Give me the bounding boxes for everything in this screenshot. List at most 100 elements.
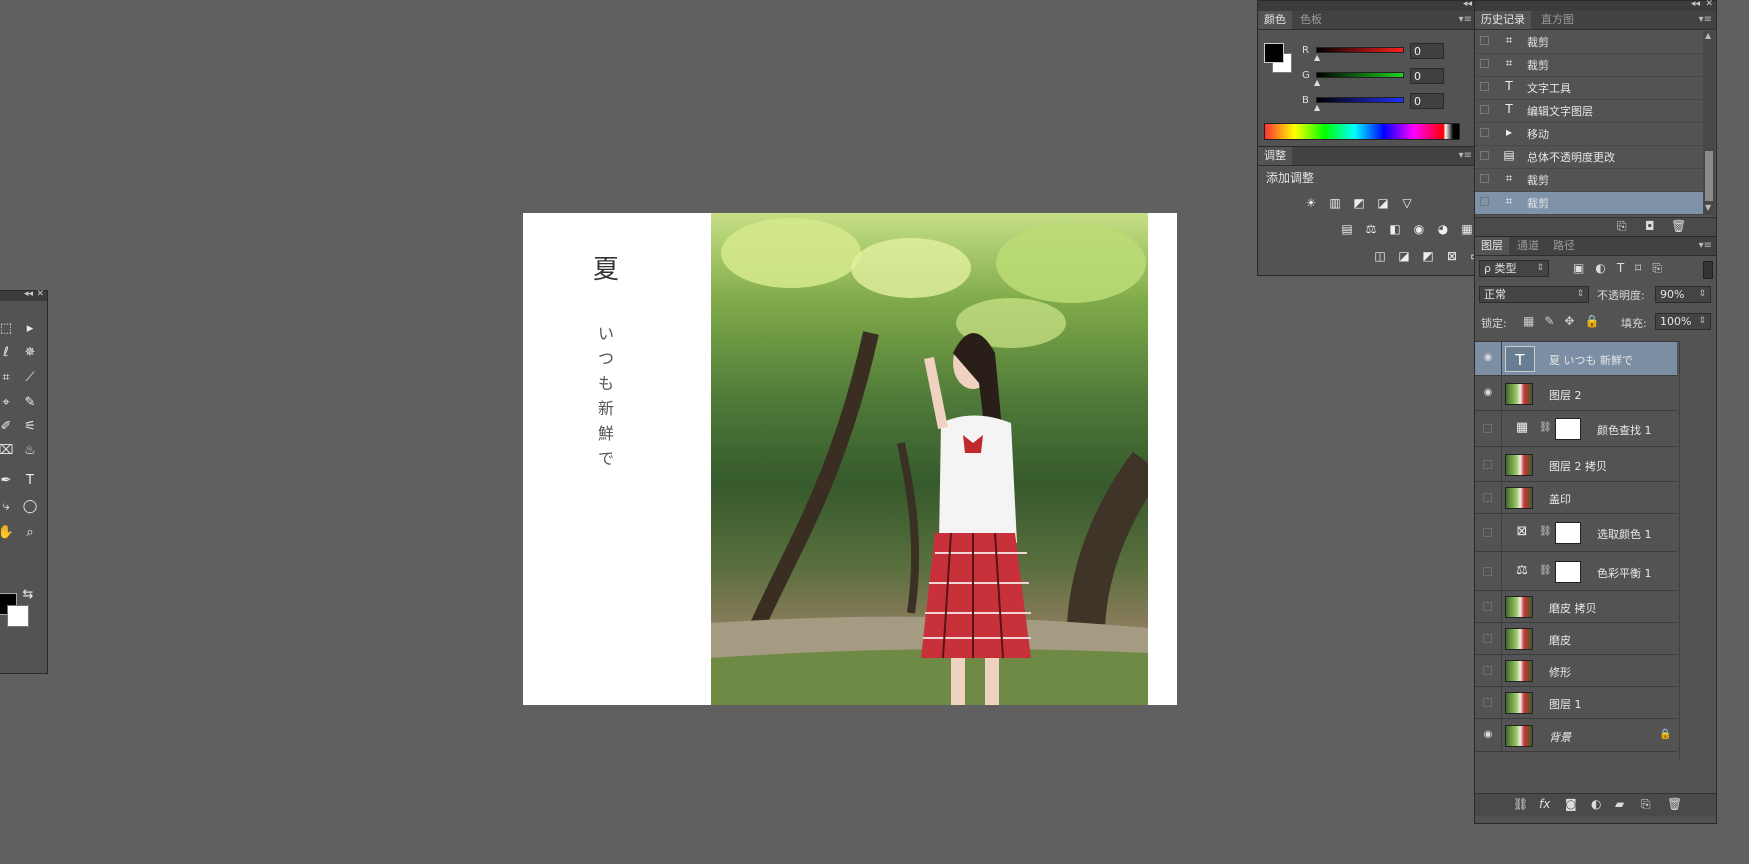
history-scrollbar[interactable]: ▲ ▼ bbox=[1703, 31, 1715, 215]
layer-name[interactable]: 颜色查找 1 bbox=[1597, 422, 1652, 438]
background-color-swatch[interactable] bbox=[7, 605, 29, 627]
path-select-tool-icon[interactable]: ⤷ bbox=[0, 497, 17, 517]
new-group-icon[interactable]: ▰ bbox=[1615, 797, 1624, 811]
scroll-down-icon[interactable]: ▼ bbox=[1705, 203, 1711, 212]
tab-color[interactable]: 颜色 bbox=[1258, 11, 1292, 29]
layer-name[interactable]: 背景 bbox=[1549, 729, 1571, 745]
document-canvas[interactable]: 夏 いつも新鮮で bbox=[523, 213, 1177, 705]
close-icon[interactable]: ✕ bbox=[1705, 0, 1713, 9]
hand-tool-icon[interactable]: ✋ bbox=[0, 523, 17, 543]
tools-panel-header[interactable]: ◂◂ ✕ bbox=[0, 289, 47, 301]
history-checkbox[interactable] bbox=[1480, 174, 1489, 183]
slider-handle-icon[interactable]: ▲ bbox=[1314, 53, 1320, 62]
adjustment-row1-icon[interactable]: ☀ bbox=[1302, 195, 1320, 211]
visibility-eye-icon[interactable]: ◉ bbox=[1482, 387, 1494, 398]
adjustment-row1-icon[interactable]: ◪ bbox=[1374, 195, 1392, 211]
tab-history[interactable]: 历史记录 bbox=[1475, 11, 1531, 29]
layer-row[interactable]: ▦ ⛓ 颜色查找 1 bbox=[1475, 411, 1677, 447]
layer-name[interactable]: 图层 1 bbox=[1549, 696, 1582, 712]
foreground-color-swatch[interactable] bbox=[1264, 43, 1284, 63]
adjustment-row2-icon[interactable]: ◕ bbox=[1434, 221, 1452, 237]
layer-name[interactable]: 夏 いつも 新鮮で bbox=[1549, 352, 1633, 368]
adjustment-row1-icon[interactable]: ◩ bbox=[1350, 195, 1368, 211]
tab-paths[interactable]: 路径 bbox=[1547, 237, 1581, 255]
adjustment-row3-icon[interactable]: ◫ bbox=[1371, 248, 1389, 264]
history-item[interactable]: ⌗ 裁剪 bbox=[1475, 192, 1703, 215]
filter-type-icon[interactable]: T bbox=[1617, 261, 1635, 275]
history-checkbox[interactable] bbox=[1480, 59, 1489, 68]
layer-name[interactable]: 色彩平衡 1 bbox=[1597, 565, 1652, 581]
scroll-thumb[interactable] bbox=[1705, 151, 1713, 201]
history-item[interactable]: ⌗ 裁剪 bbox=[1475, 31, 1703, 54]
adjustment-row3-icon[interactable]: ◪ bbox=[1395, 248, 1413, 264]
slider-handle-icon[interactable]: ▲ bbox=[1314, 103, 1320, 112]
history-checkbox[interactable] bbox=[1480, 105, 1489, 114]
channel-slider[interactable] bbox=[1316, 97, 1404, 103]
healing-tool-icon[interactable]: ⌖ bbox=[0, 393, 17, 413]
layer-mask-thumbnail[interactable] bbox=[1555, 418, 1581, 440]
layer-row[interactable]: 图层 2 拷贝 bbox=[1475, 447, 1677, 482]
history-item[interactable]: ▤ 总体不透明度更改 bbox=[1475, 146, 1703, 169]
fill-input[interactable]: 100% bbox=[1655, 313, 1711, 330]
layer-row[interactable]: 图层 1 bbox=[1475, 687, 1677, 719]
panel-menu-icon[interactable]: ▾≡ bbox=[1459, 147, 1472, 165]
layer-name[interactable]: 选取颜色 1 bbox=[1597, 526, 1652, 542]
tab-histogram[interactable]: 直方图 bbox=[1535, 11, 1580, 29]
eraser-tool-icon[interactable]: ⌧ bbox=[0, 441, 17, 461]
panel-menu-icon[interactable]: ▾≡ bbox=[1699, 237, 1712, 255]
tab-adjustments[interactable]: 调整 bbox=[1258, 147, 1292, 165]
add-mask-icon[interactable]: ◙ bbox=[1565, 797, 1577, 811]
type-tool-icon[interactable]: T bbox=[19, 471, 41, 491]
channel-slider[interactable] bbox=[1316, 72, 1404, 78]
layer-name[interactable]: 图层 2 bbox=[1549, 387, 1582, 403]
visibility-eye-icon[interactable]: ◉ bbox=[1482, 352, 1494, 363]
layers-scrollbar[interactable] bbox=[1679, 341, 1716, 759]
blend-mode-select[interactable]: 正常 bbox=[1479, 286, 1589, 303]
visibility-toggle[interactable] bbox=[1483, 602, 1492, 611]
lock-transparent-icon[interactable]: ▦ bbox=[1523, 314, 1544, 328]
history-item[interactable]: ⌗ 裁剪 bbox=[1475, 169, 1703, 192]
close-icon[interactable]: ✕ bbox=[36, 289, 44, 299]
layer-name[interactable]: 磨皮 bbox=[1549, 632, 1571, 648]
tab-layers[interactable]: 图层 bbox=[1475, 237, 1509, 255]
adjustment-row1-icon[interactable]: ▥ bbox=[1326, 195, 1344, 211]
history-item[interactable]: ▸ 移动 bbox=[1475, 123, 1703, 146]
lock-all-icon[interactable]: 🔒 bbox=[1584, 314, 1609, 328]
history-checkbox[interactable] bbox=[1480, 197, 1489, 206]
marquee-tool-icon[interactable]: ⬚ bbox=[0, 319, 17, 339]
layer-row[interactable]: ◉ 背景 🔒 bbox=[1475, 719, 1677, 752]
layer-style-icon[interactable]: fx bbox=[1539, 797, 1550, 811]
zoom-tool-icon[interactable]: ⌕ bbox=[19, 523, 41, 543]
slider-handle-icon[interactable]: ▲ bbox=[1314, 78, 1320, 87]
layer-row[interactable]: ◉ T 夏 いつも 新鮮で bbox=[1475, 342, 1677, 376]
new-adjustment-icon[interactable]: ◐ bbox=[1591, 797, 1601, 811]
visibility-toggle[interactable] bbox=[1483, 666, 1492, 675]
layer-name[interactable]: 修形 bbox=[1549, 664, 1571, 680]
layer-mask-thumbnail[interactable] bbox=[1555, 561, 1581, 583]
color-spectrum-bar[interactable] bbox=[1264, 123, 1460, 140]
mask-link-icon[interactable]: ⛓ bbox=[1539, 422, 1552, 433]
channel-slider[interactable] bbox=[1316, 47, 1404, 53]
visibility-toggle[interactable] bbox=[1483, 567, 1492, 576]
history-item[interactable]: T 编辑文字图层 bbox=[1475, 100, 1703, 123]
filter-toggle[interactable] bbox=[1703, 261, 1713, 279]
delete-layer-icon[interactable]: 🗑 bbox=[1667, 797, 1682, 811]
swap-colors-icon[interactable]: ⇆ bbox=[17, 585, 39, 605]
move-tool-icon[interactable]: ▸ bbox=[19, 319, 41, 339]
link-layers-icon[interactable]: ⛓ bbox=[1513, 797, 1528, 811]
history-checkbox[interactable] bbox=[1480, 151, 1489, 160]
layer-row[interactable]: 磨皮 bbox=[1475, 623, 1677, 655]
eyedropper-tool-icon[interactable]: ⟋ bbox=[19, 368, 41, 388]
mask-link-icon[interactable]: ⛓ bbox=[1539, 565, 1552, 576]
adjustment-row2-icon[interactable]: ◉ bbox=[1410, 221, 1428, 237]
scroll-up-icon[interactable]: ▲ bbox=[1705, 31, 1711, 40]
new-document-icon[interactable]: ⎘ bbox=[1617, 219, 1627, 234]
layer-name[interactable]: 盖印 bbox=[1549, 491, 1571, 507]
layer-row[interactable]: ◉ 图层 2 bbox=[1475, 376, 1677, 411]
collapse-icon[interactable]: ◂◂ bbox=[24, 289, 33, 299]
bucket-tool-icon[interactable]: ♨ bbox=[19, 441, 41, 461]
history-brush-tool-icon[interactable]: ⚟ bbox=[19, 417, 41, 437]
visibility-toggle[interactable] bbox=[1483, 460, 1492, 469]
channel-value-input[interactable]: 0 bbox=[1410, 43, 1444, 59]
layer-name[interactable]: 磨皮 拷贝 bbox=[1549, 600, 1597, 616]
